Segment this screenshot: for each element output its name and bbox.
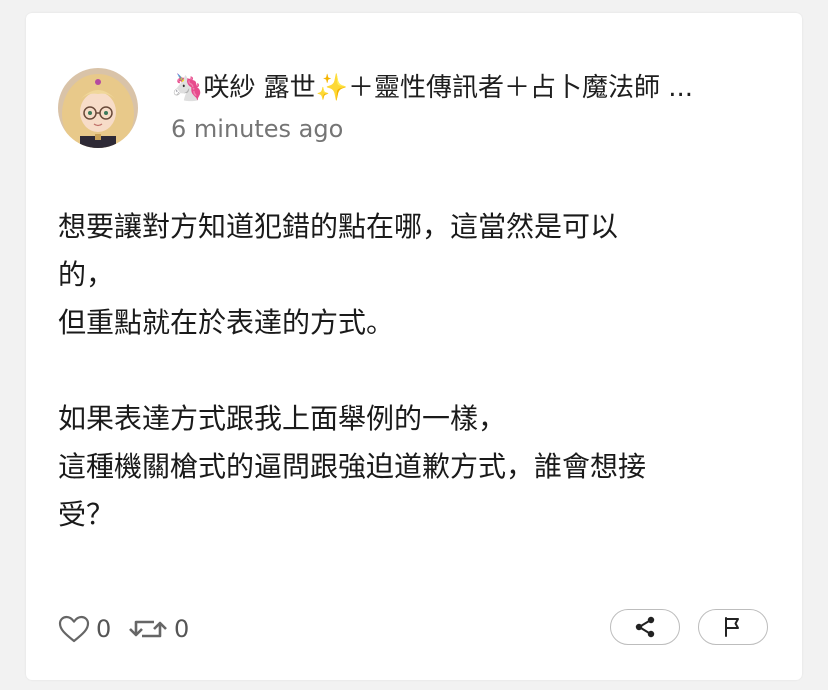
post-body-line: 但重點就在於表達的方式。: [58, 306, 395, 339]
repost-button[interactable]: 0: [128, 609, 189, 649]
post-body-line: 如果表達方式跟我上面舉例的一樣，: [58, 402, 507, 435]
flag-icon: [725, 617, 739, 637]
author-avatar[interactable]: [58, 68, 138, 148]
post-body: 想要讓對方知道犯錯的點在哪，這當然是可以 的， 但重點就在於表達的方式。 如果表…: [58, 203, 758, 539]
like-button[interactable]: 0: [58, 609, 111, 649]
avatar-image: [58, 68, 138, 148]
share-button[interactable]: [610, 609, 680, 645]
author-name[interactable]: 🦄⁠咲紗 露世✨＋靈性傳訊者＋占卜魔法師 ...: [171, 71, 761, 105]
post-actions: 0 0: [58, 609, 770, 649]
repost-count: 0: [174, 615, 190, 643]
post-body-line: 想要讓對方知道犯錯的點在哪，這當然是可以: [58, 210, 619, 243]
post-body-line: 的，: [58, 258, 115, 291]
report-button[interactable]: [698, 609, 768, 645]
post-card: 🦄⁠咲紗 露世✨＋靈性傳訊者＋占卜魔法師 ... 6 minutes ago 想…: [26, 13, 802, 680]
repost-icon: [129, 620, 167, 638]
like-count: 0: [96, 615, 112, 643]
share-icon: [635, 616, 655, 638]
heart-icon: [58, 615, 90, 643]
post-body-line: 受？: [58, 498, 115, 531]
post-timestamp[interactable]: 6 minutes ago: [171, 113, 343, 145]
post-body-line: 這種機關槍式的逼問跟強迫道歉方式，誰會想接: [58, 450, 647, 483]
